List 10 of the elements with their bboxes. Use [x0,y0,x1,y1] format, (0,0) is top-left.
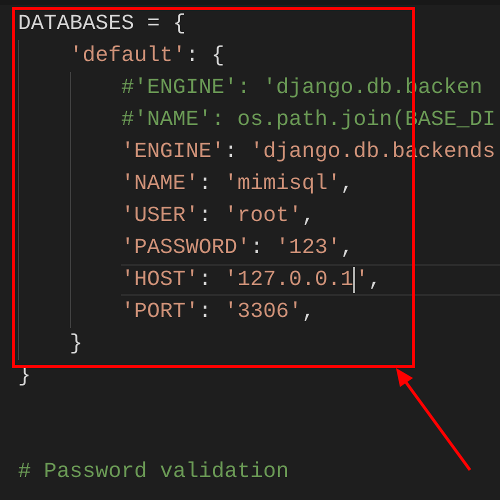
current-code-line: 'HOST': '127.0.0.1', [121,264,500,296]
code-line: 'PASSWORD': '123', [121,235,354,262]
code-line: 'PORT': '3306', [121,299,316,326]
text-cursor [353,267,356,293]
code-line: # Password validation [18,459,290,486]
code-line: 'USER': 'root', [121,203,316,230]
code-line: } [70,331,84,358]
code-line: 'default': { [70,43,226,70]
code-line: 'NAME': 'mimisql', [121,171,354,198]
code-line: DATABASES = { [18,11,187,38]
